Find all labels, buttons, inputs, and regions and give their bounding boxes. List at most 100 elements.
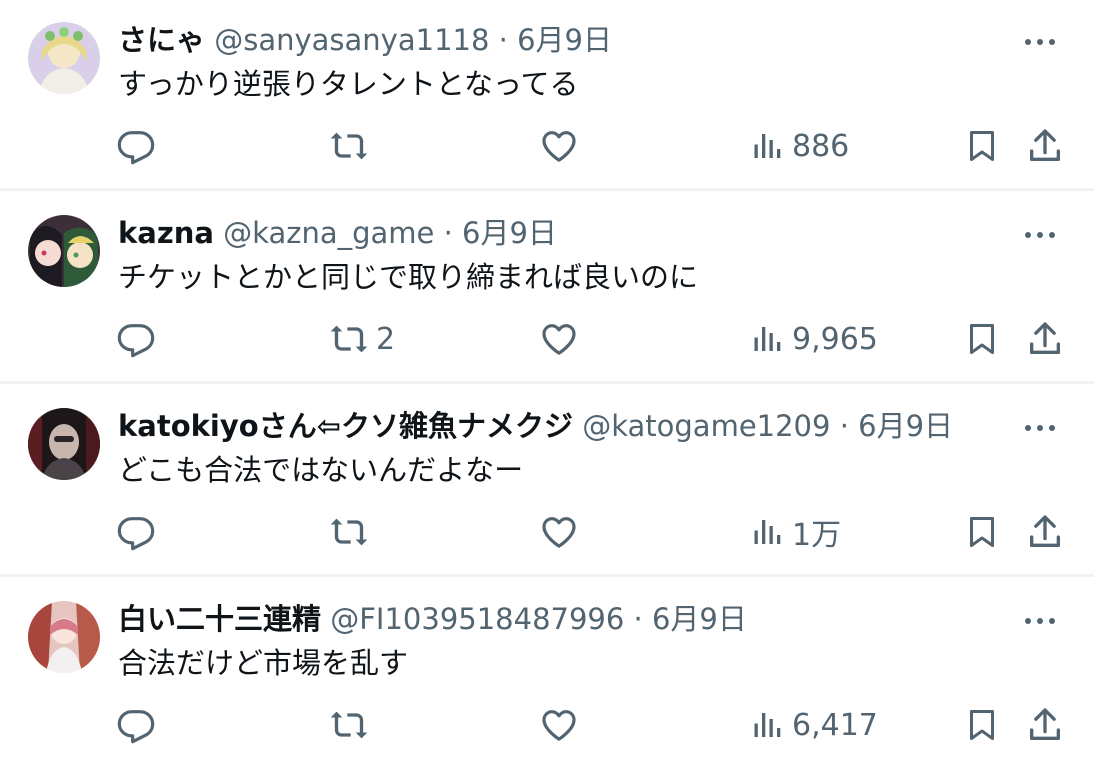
tweet-header: 白い二十三連精 @FI1039518487996 · 6月9日 bbox=[118, 599, 747, 639]
like-button[interactable] bbox=[539, 124, 579, 168]
views-button[interactable]: 9,965 bbox=[750, 317, 878, 361]
share-icon bbox=[1030, 708, 1060, 740]
bookmark-button[interactable] bbox=[964, 317, 1000, 361]
share-icon bbox=[1030, 515, 1060, 547]
views-count: 886 bbox=[792, 128, 850, 164]
tweet[interactable]: 白い二十三連精 @FI1039518487996 · 6月9日 合法だけど市場を… bbox=[0, 579, 1094, 766]
tweet-date[interactable]: 6月9日 bbox=[652, 602, 747, 636]
reply-button[interactable] bbox=[116, 124, 156, 168]
display-name[interactable]: katokiyoさん⇦クソ雑魚ナメクジ bbox=[118, 409, 573, 443]
action-bar: 2 9,965 bbox=[0, 317, 1094, 361]
reply-button[interactable] bbox=[116, 510, 156, 554]
share-icon bbox=[1030, 129, 1060, 161]
more-button[interactable] bbox=[1020, 27, 1060, 57]
tweet-text: チケットとかと同じで取り締まれば良いのに bbox=[118, 260, 699, 294]
tweet[interactable]: さにゃ @sanyasanya1118 · 6月9日 すっかり逆張りタレントとな… bbox=[0, 0, 1094, 186]
reply-button[interactable] bbox=[116, 703, 156, 747]
retweet-icon bbox=[330, 518, 368, 546]
more-icon bbox=[1025, 425, 1055, 431]
reply-button[interactable] bbox=[116, 317, 156, 361]
bookmark-button[interactable] bbox=[964, 703, 1000, 747]
display-name[interactable]: kazna bbox=[118, 216, 214, 250]
tweet-date[interactable]: 6月9日 bbox=[517, 23, 612, 57]
bookmark-icon bbox=[970, 517, 994, 547]
avatar[interactable] bbox=[28, 22, 100, 94]
handle[interactable]: @katogame1209 bbox=[582, 409, 830, 443]
like-icon bbox=[542, 324, 576, 355]
reply-icon bbox=[117, 324, 155, 358]
display-name[interactable]: 白い二十三連精 bbox=[118, 602, 321, 636]
share-button[interactable] bbox=[1025, 703, 1065, 747]
retweet-button[interactable] bbox=[328, 124, 376, 168]
views-icon bbox=[754, 713, 781, 737]
reply-icon bbox=[117, 517, 155, 551]
action-bar: 886 bbox=[0, 124, 1094, 168]
like-button[interactable] bbox=[539, 703, 579, 747]
retweet-icon bbox=[330, 325, 368, 353]
divider bbox=[0, 188, 1094, 191]
retweet-button[interactable] bbox=[328, 703, 376, 747]
tweet[interactable]: kazna @kazna_game · 6月9日 チケットとかと同じで取り締まれ… bbox=[0, 193, 1094, 379]
bookmark-icon bbox=[970, 131, 994, 161]
bookmark-button[interactable] bbox=[964, 510, 1000, 554]
views-button[interactable]: 6,417 bbox=[750, 703, 878, 747]
separator: · bbox=[839, 409, 849, 443]
avatar[interactable] bbox=[28, 601, 100, 673]
tweet[interactable]: katokiyoさん⇦クソ雑魚ナメクジ @katogame1209 · 6月9日… bbox=[0, 386, 1094, 572]
tweet-header: katokiyoさん⇦クソ雑魚ナメクジ @katogame1209 · 6月9日 bbox=[118, 406, 953, 446]
avatar-image bbox=[28, 601, 100, 673]
action-bar: 6,417 bbox=[0, 703, 1094, 747]
like-button[interactable] bbox=[539, 317, 579, 361]
tweet-header: さにゃ @sanyasanya1118 · 6月9日 bbox=[118, 20, 612, 60]
reply-icon bbox=[117, 131, 155, 165]
views-button[interactable]: 886 bbox=[750, 124, 849, 168]
retweet-count: 2 bbox=[376, 321, 396, 357]
retweet-button[interactable] bbox=[328, 510, 376, 554]
separator: · bbox=[498, 23, 508, 57]
tweet-text: すっかり逆張りタレントとなってる bbox=[118, 67, 579, 101]
more-icon bbox=[1025, 618, 1055, 624]
avatar-image bbox=[28, 215, 100, 287]
reply-icon bbox=[117, 710, 155, 744]
bookmark-icon bbox=[970, 324, 994, 354]
views-icon bbox=[754, 327, 781, 351]
views-button[interactable]: 1万 bbox=[750, 510, 841, 554]
display-name[interactable]: さにゃ bbox=[118, 23, 205, 57]
retweet-icon bbox=[330, 711, 368, 739]
tweet-header: kazna @kazna_game · 6月9日 bbox=[118, 213, 557, 253]
share-button[interactable] bbox=[1025, 317, 1065, 361]
more-icon bbox=[1025, 39, 1055, 45]
views-icon bbox=[754, 134, 781, 158]
views-count: 9,965 bbox=[792, 321, 878, 357]
views-count: 1万 bbox=[792, 518, 842, 553]
like-icon bbox=[542, 517, 576, 548]
more-button[interactable] bbox=[1020, 606, 1060, 636]
avatar-image bbox=[28, 22, 100, 94]
more-button[interactable] bbox=[1020, 413, 1060, 443]
handle[interactable]: @FI1039518487996 bbox=[330, 602, 624, 636]
avatar[interactable] bbox=[28, 215, 100, 287]
bookmark-icon bbox=[970, 710, 994, 740]
bookmark-button[interactable] bbox=[964, 124, 1000, 168]
retweet-icon bbox=[330, 132, 368, 160]
avatar-image bbox=[28, 408, 100, 480]
handle[interactable]: @kazna_game bbox=[223, 216, 434, 250]
separator: · bbox=[633, 602, 643, 636]
divider bbox=[0, 574, 1094, 577]
tweet-date[interactable]: 6月9日 bbox=[858, 409, 953, 443]
share-button[interactable] bbox=[1025, 510, 1065, 554]
action-bar: 1万 bbox=[0, 510, 1094, 554]
more-icon bbox=[1025, 232, 1055, 238]
tweet-date[interactable]: 6月9日 bbox=[462, 216, 557, 250]
tweet-text: 合法だけど市場を乱す bbox=[118, 646, 409, 680]
views-count: 6,417 bbox=[792, 707, 878, 743]
retweet-button[interactable]: 2 bbox=[328, 317, 395, 361]
share-button[interactable] bbox=[1025, 124, 1065, 168]
like-icon bbox=[542, 131, 576, 162]
handle[interactable]: @sanyasanya1118 bbox=[214, 23, 489, 57]
more-button[interactable] bbox=[1020, 220, 1060, 250]
separator: · bbox=[443, 216, 453, 250]
avatar[interactable] bbox=[28, 408, 100, 480]
divider bbox=[0, 381, 1094, 384]
like-button[interactable] bbox=[539, 510, 579, 554]
